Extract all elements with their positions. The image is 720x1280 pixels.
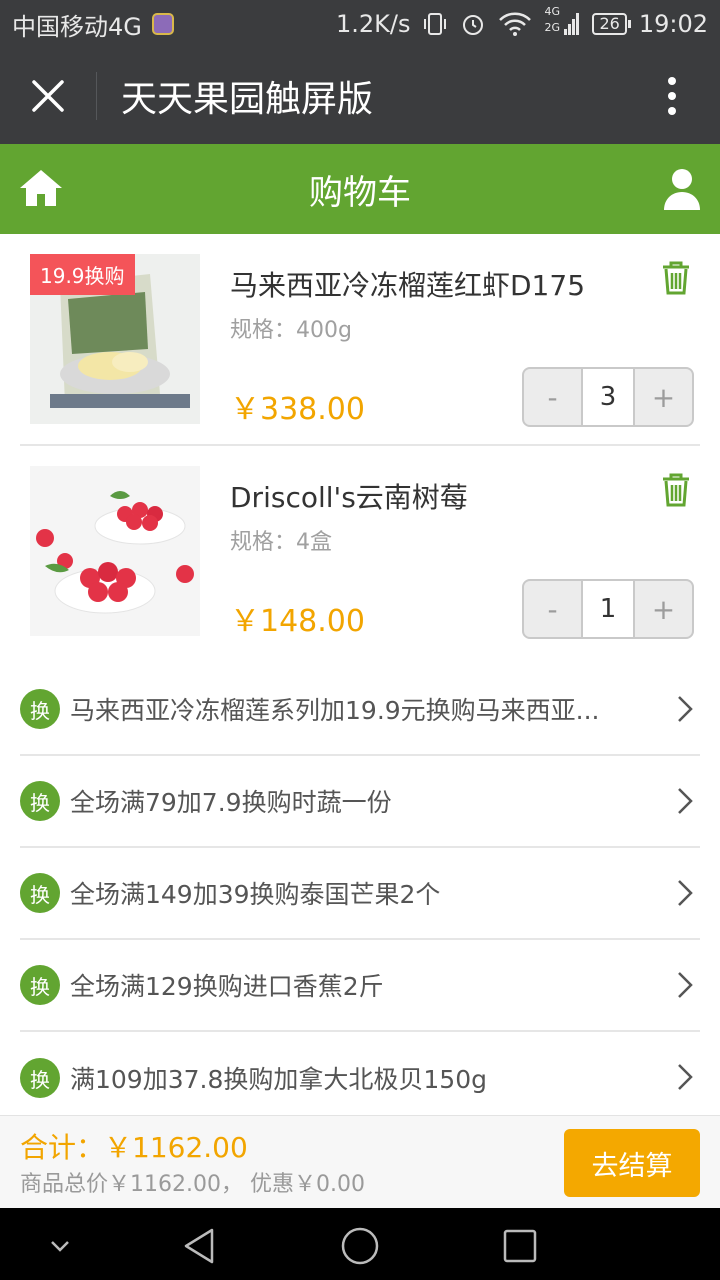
promotion-item[interactable]: 换 马来西亚冷冻榴莲系列加19.9元换购马来西亚... (20, 664, 700, 756)
exchange-badge-icon: 换 (20, 689, 60, 729)
exchange-badge-icon: 换 (20, 965, 60, 1005)
alarm-icon (460, 11, 486, 37)
chevron-right-icon (678, 788, 693, 814)
close-icon (32, 80, 64, 112)
more-vertical-icon (668, 77, 676, 115)
cart-item: 19.9换购 马来西亚冷冻榴莲红虾D175 规格：400g ￥338.00 - … (20, 234, 700, 446)
product-name[interactable]: Driscoll's云南树莓 (230, 476, 468, 516)
product-image-raspberry[interactable] (30, 466, 200, 636)
exchange-badge-icon: 换 (20, 781, 60, 821)
webview-titlebar: 天天果园触屏版 (0, 48, 720, 144)
page-title: 天天果园触屏版 (121, 79, 374, 120)
trash-icon[interactable] (660, 472, 692, 508)
cart-item: Driscoll's云南树莓 规格：4盒 ￥148.00 - 1 + (20, 446, 700, 658)
chevron-right-icon (678, 880, 693, 906)
product-spec: 规格：400g (230, 318, 352, 343)
back-icon[interactable] (180, 1226, 220, 1266)
promotion-item[interactable]: 换 全场满149加39换购泰国芒果2个 (20, 848, 700, 940)
quantity-stepper: - 3 + (522, 367, 694, 427)
wifi-icon (498, 11, 532, 37)
cart-list: 19.9换购 马来西亚冷冻榴莲红虾D175 规格：400g ￥338.00 - … (0, 234, 720, 658)
product-price: ￥148.00 (230, 604, 365, 639)
product-name[interactable]: 马来西亚冷冻榴莲红虾D175 (230, 264, 585, 304)
decrement-button[interactable]: - (524, 581, 581, 637)
exchange-badge-icon: 换 (20, 1058, 60, 1098)
network-badge-2g: 2G (544, 21, 560, 34)
promotion-text: 全场满129换购进口香蕉2斤 (70, 972, 384, 1001)
titlebar-divider (96, 72, 97, 120)
chevron-right-icon (678, 972, 693, 998)
increment-button[interactable]: + (635, 369, 692, 425)
trash-icon[interactable] (660, 260, 692, 296)
network-badge-4g: 4G (544, 5, 560, 18)
recents-icon[interactable] (500, 1226, 540, 1266)
quantity-value[interactable]: 3 (581, 369, 635, 425)
notification-app-icon (151, 13, 174, 35)
cart-header: 购物车 (0, 144, 720, 234)
more-button[interactable] (624, 48, 720, 144)
close-button[interactable] (0, 48, 96, 144)
chevron-right-icon (678, 1064, 693, 1090)
status-bar: 中国移动4G 1.2K/s 4G 2G 26 19:02 (0, 0, 720, 48)
vibrate-icon (422, 11, 448, 37)
checkout-bar: 合计：￥1162.00 商品总价￥1162.00， 优惠￥0.00 去结算 (0, 1115, 720, 1208)
product-image-durian-shrimp[interactable]: 19.9换购 (30, 254, 200, 424)
user-icon[interactable] (662, 166, 702, 212)
promotion-text: 满109加37.8换购加拿大北极贝150g (70, 1065, 487, 1094)
promotion-list: 换 马来西亚冷冻榴莲系列加19.9元换购马来西亚... 换 全场满79加7.9换… (0, 664, 720, 1124)
header-title: 购物车 (309, 172, 411, 213)
clock: 19:02 (638, 10, 708, 38)
home-nav-icon[interactable] (340, 1226, 380, 1266)
product-price: ￥338.00 (230, 392, 365, 427)
product-spec: 规格：4盒 (230, 530, 332, 555)
product-image (30, 466, 200, 636)
status-right: 1.2K/s 4G 2G 26 19:02 (335, 5, 708, 39)
carrier-name: 中国移动4G (12, 12, 142, 41)
system-nav-bar (0, 1208, 720, 1280)
quantity-stepper: - 1 + (522, 579, 694, 639)
exchange-badge: 19.9换购 (30, 254, 135, 295)
battery-indicator: 26 (592, 13, 632, 35)
price-breakdown: 商品总价￥1162.00， 优惠￥0.00 (20, 1172, 365, 1197)
promotion-item[interactable]: 换 全场满129换购进口香蕉2斤 (20, 940, 700, 1032)
cellular-signal-icon: 4G 2G (544, 5, 580, 39)
total-price: 合计：￥1162.00 (20, 1131, 248, 1164)
network-speed: 1.2K/s (335, 10, 411, 38)
checkout-button[interactable]: 去结算 (564, 1129, 700, 1197)
promotion-item[interactable]: 换 满109加37.8换购加拿大北极贝150g (20, 1032, 700, 1124)
carrier-group: 中国移动4G (12, 7, 174, 42)
decrement-button[interactable]: - (524, 369, 581, 425)
chevron-down-icon[interactable] (40, 1226, 80, 1266)
exchange-badge-icon: 换 (20, 873, 60, 913)
chevron-right-icon (678, 696, 693, 722)
promotion-text: 全场满79加7.9换购时蔬一份 (70, 788, 392, 817)
quantity-value[interactable]: 1 (581, 581, 635, 637)
promotion-item[interactable]: 换 全场满79加7.9换购时蔬一份 (20, 756, 700, 848)
promotion-text: 全场满149加39换购泰国芒果2个 (70, 880, 441, 909)
promotion-text: 马来西亚冷冻榴莲系列加19.9元换购马来西亚... (70, 696, 600, 725)
increment-button[interactable]: + (635, 581, 692, 637)
home-icon[interactable] (18, 166, 64, 212)
